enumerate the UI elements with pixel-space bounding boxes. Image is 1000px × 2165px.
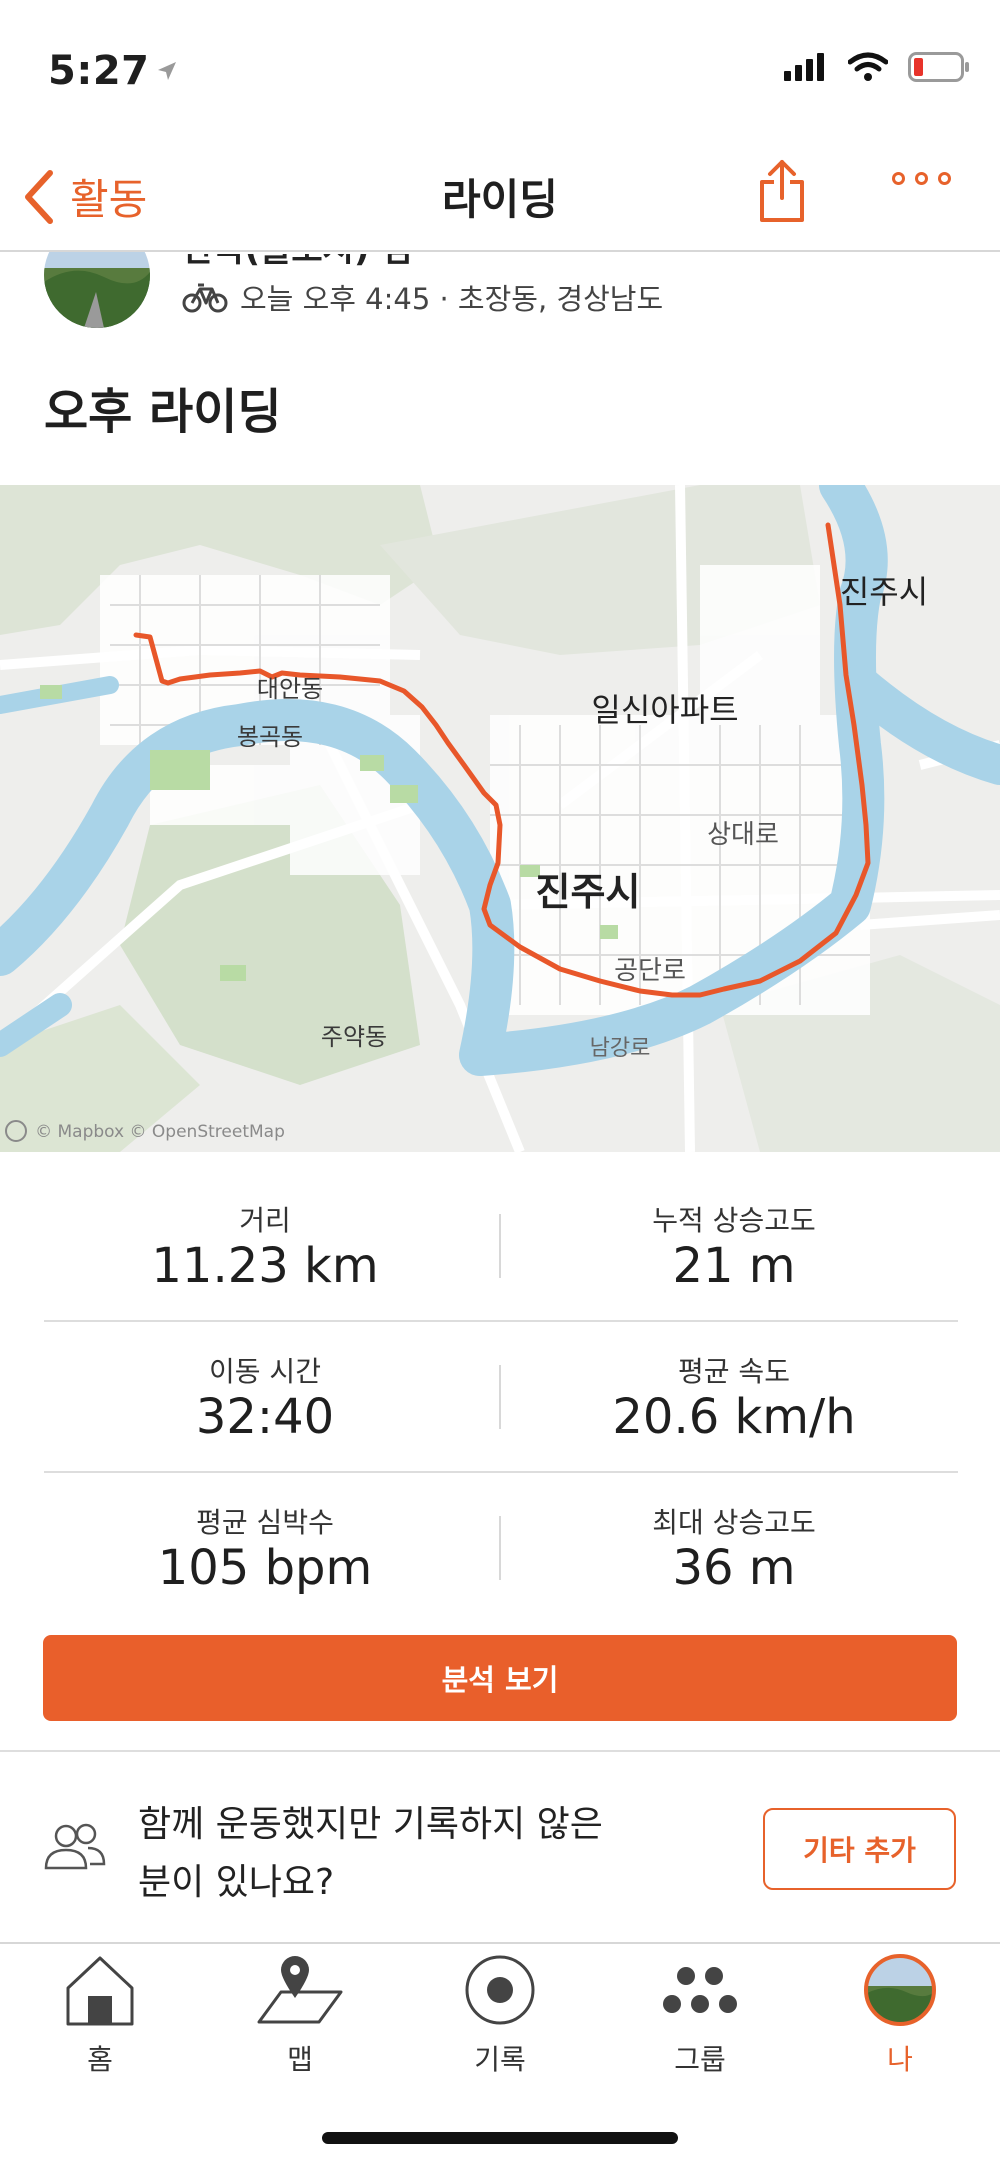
stat-moving-time-label: 이동 시간 (209, 1355, 321, 1388)
stat-max-elev-value: 36 m (672, 1540, 796, 1596)
together-line-2: 분이 있나요? (138, 1862, 335, 1903)
activity-meta: 오늘 오후 4:45 · 초장동, 경상남도 (182, 276, 663, 318)
stat-avg-hr-label: 평균 심박수 (196, 1506, 334, 1539)
map-icon (257, 1956, 343, 2024)
battery-icon (908, 52, 969, 82)
tab-record-label: 기록 (474, 2043, 526, 2076)
stat-row-divider (44, 1471, 958, 1473)
stat-row-divider (44, 1320, 958, 1322)
record-icon (465, 1955, 535, 2025)
location-arrow-icon (156, 60, 178, 86)
stat-distance-label: 거리 (239, 1204, 291, 1237)
map-label-gongdan: 공단로 (614, 956, 686, 986)
status-time: 5:27 (48, 48, 150, 94)
more-dot-icon (938, 172, 951, 185)
stat-divider (499, 1516, 501, 1580)
stat-divider (499, 1365, 501, 1429)
tab-bar-divider (0, 1942, 1000, 1944)
map-attribution: © Mapbox © OpenStreetMap (35, 1122, 285, 1142)
tab-maps-label: 맵 (287, 2043, 313, 2076)
share-button-overlay[interactable] (758, 158, 806, 228)
home-indicator (322, 2132, 678, 2144)
tab-you[interactable]: 나 (800, 1952, 1000, 2078)
tab-you-label: 나 (887, 2043, 913, 2076)
stat-divider (499, 1214, 501, 1278)
map-label-bongok: 봉곡동 (237, 723, 303, 751)
stat-elev-gain-value: 21 m (672, 1238, 796, 1294)
more-dot-icon (892, 172, 905, 185)
together-prompt: 함께 운동했지만 기록하지 않은 분이 있나요? (138, 1796, 658, 1912)
home-icon (66, 1956, 134, 2026)
view-analysis-button[interactable]: 분석 보기 (43, 1635, 957, 1721)
stat-elev-gain-label: 누적 상승고도 (652, 1204, 816, 1237)
together-line-1: 함께 운동했지만 기록하지 않은 (138, 1804, 603, 1845)
status-indicators (784, 52, 970, 82)
map-label-jinju-top: 진주시 (840, 573, 928, 611)
stat-max-elev-label: 최대 상승고도 (652, 1506, 816, 1539)
add-others-button[interactable]: 기타 추가 (763, 1808, 956, 1890)
more-options-button-overlay[interactable] (892, 172, 951, 185)
wifi-icon (848, 52, 888, 81)
tab-groups[interactable]: 그룹 (600, 1952, 800, 2078)
stat-avg-speed-label: 평균 속도 (678, 1355, 790, 1388)
signal-icon (784, 53, 824, 81)
share-icon (760, 160, 804, 222)
stat-avg-hr-value: 105 bpm (157, 1540, 373, 1596)
tab-home[interactable]: 홈 (0, 1952, 200, 2078)
map-label-ilsin: 일신아파트 (591, 691, 738, 729)
map-label-juyak: 주약동 (321, 1023, 387, 1051)
map-label-sangdae: 상대로 (707, 820, 779, 850)
people-icon (44, 1822, 106, 1876)
activity-title: 오후 라이딩 (44, 384, 282, 440)
tab-maps[interactable]: 맵 (200, 1952, 400, 2078)
map-label-jinju-center: 진주시 (536, 870, 641, 914)
map-label-namgang: 남강로 (590, 1036, 651, 1061)
nav-divider (0, 250, 1000, 252)
stat-avg-speed-value: 20.6 km/h (612, 1389, 856, 1445)
tab-record[interactable]: 기록 (400, 1952, 600, 2078)
route-map[interactable]: 대안동 봉곡동 일신아파트 진주시 상대로 진주시 공단로 주약동 남강로 © … (0, 485, 1000, 1152)
stat-distance-value: 11.23 km (151, 1238, 379, 1294)
section-divider (0, 1750, 1000, 1752)
tab-home-label: 홈 (87, 2043, 113, 2076)
bike-icon (182, 283, 228, 313)
stat-moving-time-value: 32:40 (195, 1389, 335, 1445)
tab-groups-label: 그룹 (674, 2043, 726, 2076)
groups-icon (663, 1967, 737, 2013)
more-dot-icon (915, 172, 928, 185)
activity-meta-text: 오늘 오후 4:45 · 초장동, 경상남도 (240, 282, 664, 316)
map-label-daean: 대안동 (257, 675, 323, 703)
avatar (864, 1954, 936, 2026)
page-title-overlay: 라이딩 (442, 175, 558, 224)
